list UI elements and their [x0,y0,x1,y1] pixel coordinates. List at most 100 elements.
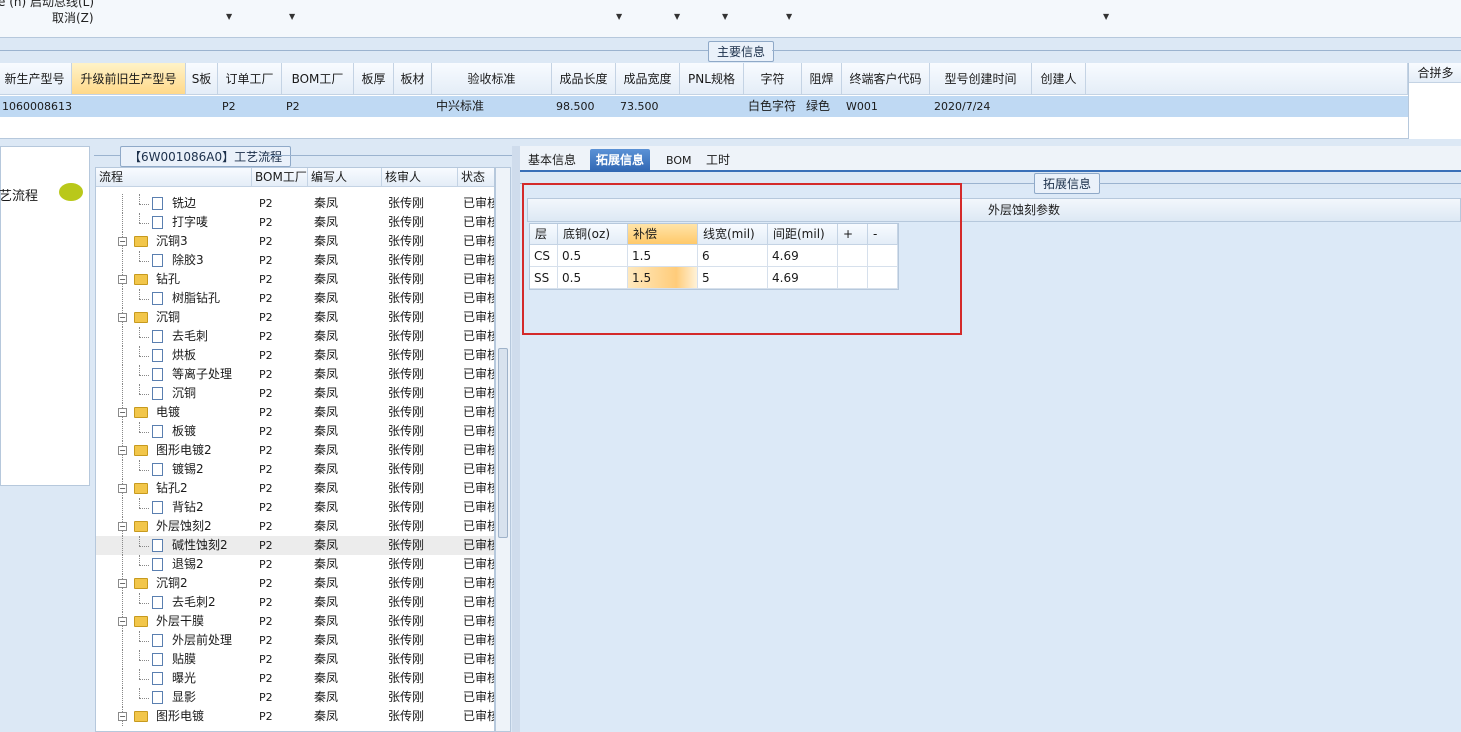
cell-reviewer[interactable]: 张传刚 [388,441,424,460]
col-header-material[interactable]: 板材 [394,63,432,95]
cell-bom-factory[interactable]: P2 [259,346,273,365]
cell-material[interactable] [394,96,432,117]
cell-bom-factory[interactable]: P2 [259,460,273,479]
cell-customer-code[interactable]: W001 [842,96,930,117]
flow-row[interactable]: − 电镀 P2 秦凤 张传刚 已审核 [96,403,494,422]
cell-reviewer[interactable]: 张传刚 [388,308,424,327]
cell-status[interactable]: 已审核 [463,403,494,422]
flow-row[interactable]: 镀锡2 P2 秦凤 张传刚 已审核 [96,460,494,479]
col-header-new-model[interactable]: 新生产型号 [0,63,72,95]
flow-step-name[interactable]: 去毛刺 [172,327,208,346]
flow-row[interactable]: − 外层蚀刻2 P2 秦凤 张传刚 已审核 [96,517,494,536]
flow-row[interactable]: − 沉铜 P2 秦凤 张传刚 已审核 [96,308,494,327]
table-row[interactable]: 10600086135 P2 P2 中兴标准 98.500 73.500 白色字… [0,96,1408,117]
cell-reviewer[interactable]: 张传刚 [388,403,424,422]
flow-step-name[interactable]: 外层干膜 [156,612,204,631]
cell-creator[interactable] [1032,96,1086,117]
cell-writer[interactable]: 秦凤 [314,270,338,289]
flow-step-name[interactable]: 贴膜 [172,650,196,669]
cell-writer[interactable]: 秦凤 [314,460,338,479]
col-header-status[interactable]: 状态 [458,168,494,187]
cell-bom-factory[interactable]: P2 [259,707,273,726]
flow-step-name[interactable]: 曝光 [172,669,196,688]
cell-bom-factory[interactable]: P2 [259,232,273,251]
cell-writer[interactable]: 秦凤 [314,517,338,536]
collapse-icon[interactable]: − [118,237,127,246]
cell-bom-factory[interactable]: P2 [259,251,273,270]
vertical-splitter[interactable] [512,146,520,732]
cell-writer[interactable]: 秦凤 [314,707,338,726]
cell-writer[interactable]: 秦凤 [314,688,338,707]
cell-writer[interactable]: 秦凤 [314,384,338,403]
cell-status[interactable]: 已审核 [463,441,494,460]
dropdown-arrow-icon[interactable]: ▼ [289,12,295,21]
col-header-s-board[interactable]: S板 [186,63,218,95]
cell-reviewer[interactable]: 张传刚 [388,479,424,498]
cell-writer[interactable]: 秦凤 [314,327,338,346]
cell-status[interactable]: 已审核 [463,536,494,555]
collapse-icon[interactable]: − [118,617,127,626]
flow-step-name[interactable]: 除胶3 [172,251,204,270]
cell-reviewer[interactable]: 张传刚 [388,517,424,536]
cell-reviewer[interactable]: 张传刚 [388,498,424,517]
cell-writer[interactable]: 秦凤 [314,403,338,422]
cell-reviewer[interactable]: 张传刚 [388,593,424,612]
flow-step-name[interactable]: 钻孔 [156,270,180,289]
cell-bom-factory[interactable]: P2 [259,669,273,688]
flow-step-name[interactable]: 碱性蚀刻2 [172,536,228,555]
col-header-order-factory[interactable]: 订单工厂 [218,63,282,95]
cell-bom-factory[interactable]: P2 [259,631,273,650]
cell-reviewer[interactable]: 张传刚 [388,384,424,403]
cell-reviewer[interactable]: 张传刚 [388,574,424,593]
cell-writer[interactable]: 秦凤 [314,194,338,213]
flow-row[interactable]: 外层前处理 P2 秦凤 张传刚 已审核 [96,631,494,650]
cell-status[interactable]: 已审核 [463,422,494,441]
cell-reviewer[interactable]: 张传刚 [388,365,424,384]
cell-status[interactable]: 已审核 [463,346,494,365]
cell-writer[interactable]: 秦凤 [314,346,338,365]
cell-pnl[interactable] [680,96,744,117]
flow-row[interactable]: − 图形电镀 P2 秦凤 张传刚 已审核 [96,707,494,726]
cell-reviewer[interactable]: 张传刚 [388,536,424,555]
cell-width[interactable]: 73.500 [616,96,680,117]
cell-writer[interactable]: 秦凤 [314,479,338,498]
flow-step-name[interactable]: 烘板 [172,346,196,365]
flow-step-name[interactable]: 外层前处理 [172,631,232,650]
cell-writer[interactable]: 秦凤 [314,308,338,327]
flow-row[interactable]: 去毛刺2 P2 秦凤 张传刚 已审核 [96,593,494,612]
cell-reviewer[interactable]: 张传刚 [388,688,424,707]
cell-reviewer[interactable]: 张传刚 [388,251,424,270]
cell-reviewer[interactable]: 张传刚 [388,669,424,688]
col-header-standard[interactable]: 验收标准 [432,63,552,95]
cell-writer[interactable]: 秦凤 [314,669,338,688]
flow-row[interactable]: 烘板 P2 秦凤 张传刚 已审核 [96,346,494,365]
flow-row[interactable]: 显影 P2 秦凤 张传刚 已审核 [96,688,494,707]
cell-status[interactable]: 已审核 [463,384,494,403]
dropdown-arrow-icon[interactable]: ▼ [674,12,680,21]
cell-status[interactable]: 已审核 [463,308,494,327]
flow-step-name[interactable]: 树脂钻孔 [172,289,220,308]
cell-reviewer[interactable]: 张传刚 [388,232,424,251]
cell-bom-factory[interactable]: P2 [259,308,273,327]
cell-old-model[interactable] [72,96,186,117]
collapse-icon[interactable]: − [118,579,127,588]
flow-row[interactable]: 退锡2 P2 秦凤 张传刚 已审核 [96,555,494,574]
col-header-thickness[interactable]: 板厚 [354,63,394,95]
cell-reviewer[interactable]: 张传刚 [388,327,424,346]
dropdown-arrow-icon[interactable]: ▼ [1103,12,1109,21]
flow-step-name[interactable]: 板镀 [172,422,196,441]
cell-status[interactable]: 已审核 [463,669,494,688]
cell-bom-factory[interactable]: P2 [259,479,273,498]
flow-row[interactable]: 树脂钻孔 P2 秦凤 张传刚 已审核 [96,289,494,308]
col-header-solder[interactable]: 阻焊 [802,63,842,95]
flow-scrollbar[interactable] [495,167,511,732]
flow-step-name[interactable]: 外层蚀刻2 [156,517,212,536]
cell-status[interactable]: 已审核 [463,688,494,707]
dropdown-arrow-icon[interactable]: ▼ [786,12,792,21]
cell-bom-factory[interactable]: P2 [259,289,273,308]
cell-reviewer[interactable]: 张传刚 [388,650,424,669]
cell-bom-factory[interactable]: P2 [259,270,273,289]
flow-row[interactable]: 铣边 P2 秦凤 张传刚 已审核 [96,194,494,213]
cell-reviewer[interactable]: 张传刚 [388,612,424,631]
flow-step-name[interactable]: 等离子处理 [172,365,232,384]
